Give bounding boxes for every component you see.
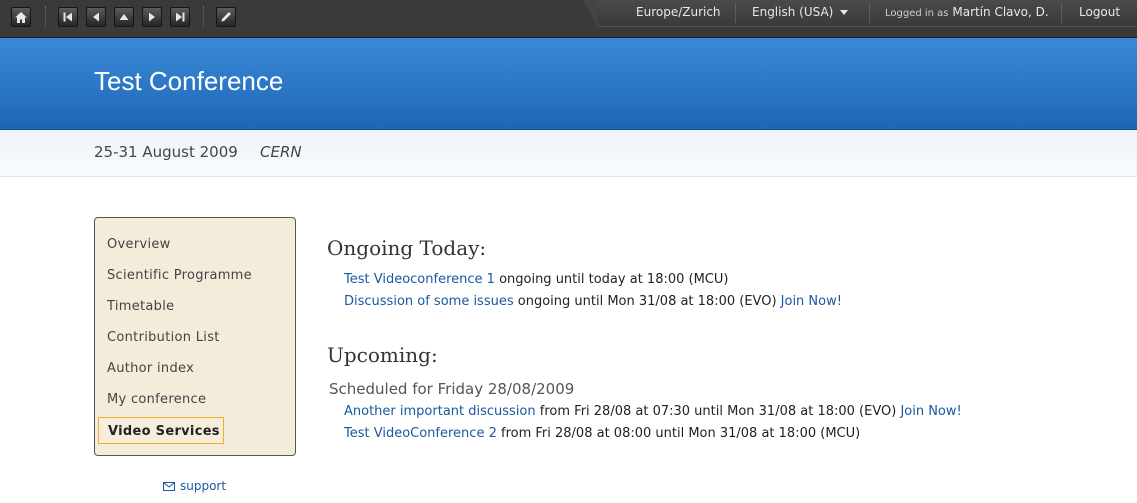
support-link[interactable]: support [163,479,226,493]
join-now-link[interactable]: Join Now! [900,404,961,419]
toolbar-divider [45,6,47,28]
booking-detail: ongoing until today at 18:00 (MCU) [499,272,729,287]
booking-link[interactable]: Another important discussion [344,404,536,419]
booking-detail: from Fri 28/08 at 08:00 until Mon 31/08 … [501,426,861,441]
logged-in-info[interactable]: Logged in as Martín Clavo, D. [885,0,1049,26]
booking-detail: ongoing until Mon 31/08 at 18:00 (EVO) [517,294,777,309]
logged-in-prefix: Logged in as [885,8,949,19]
sidebar-item-author-index[interactable]: Author index [107,361,194,376]
conference-dates: 25-31 August 2009 [94,143,238,161]
conference-title: Test Conference [94,66,284,96]
booking-link[interactable]: Discussion of some issues [344,294,514,309]
userbar-divider [1061,3,1062,23]
top-toolbar: Europe/Zurich English (USA) Logged in as… [0,0,1137,38]
next-icon[interactable] [142,7,162,27]
upcoming-heading: Upcoming: [327,343,438,367]
sidebar-item-my-conference[interactable]: My conference [107,392,206,407]
sidebar-menu: Overview Scientific Programme Timetable … [94,217,296,456]
userbar-divider [869,3,870,23]
previous-icon[interactable] [86,7,106,27]
last-icon[interactable] [170,7,190,27]
mail-icon [163,481,175,491]
user-bar: Europe/Zurich English (USA) Logged in as… [583,0,1137,27]
conference-info-bar: 25-31 August 2009 CERN [0,130,1137,177]
list-item: Another important discussion from Fri 28… [344,404,962,419]
sidebar-item-scientific-programme[interactable]: Scientific Programme [107,268,252,283]
sidebar-item-timetable[interactable]: Timetable [107,299,174,314]
scheduled-date-label: Scheduled for Friday 28/08/2009 [329,380,575,398]
logout-link[interactable]: Logout [1079,0,1120,26]
timezone-selector[interactable]: Europe/Zurich [636,0,721,26]
join-now-link[interactable]: Join Now! [781,294,842,309]
booking-detail: from Fri 28/08 at 07:30 until Mon 31/08 … [539,404,897,419]
conference-location: CERN [260,143,302,161]
list-item: Test VideoConference 2 from Fri 28/08 at… [344,426,860,441]
home-icon[interactable] [11,7,31,27]
first-icon[interactable] [58,7,78,27]
list-item: Discussion of some issues ongoing until … [344,294,842,309]
up-icon[interactable] [114,7,134,27]
language-label: English (USA) [752,5,834,19]
chevron-down-icon [840,10,849,15]
list-item: Test Videoconference 1 ongoing until tod… [344,272,728,287]
support-label: support [180,479,227,493]
sidebar-item-video-services[interactable]: Video Services [98,417,224,444]
conference-banner: Test Conference [0,38,1137,130]
language-selector[interactable]: English (USA) [752,0,849,26]
booking-link[interactable]: Test Videoconference 1 [344,272,495,287]
toolbar-divider [203,6,205,28]
userbar-divider [735,3,736,23]
sidebar-item-contribution-list[interactable]: Contribution List [107,330,220,345]
edit-icon[interactable] [216,7,236,27]
user-name: Martín Clavo, D. [952,5,1049,19]
booking-link[interactable]: Test VideoConference 2 [344,426,497,441]
ongoing-heading: Ongoing Today: [327,236,487,260]
sidebar-item-overview[interactable]: Overview [107,237,171,252]
